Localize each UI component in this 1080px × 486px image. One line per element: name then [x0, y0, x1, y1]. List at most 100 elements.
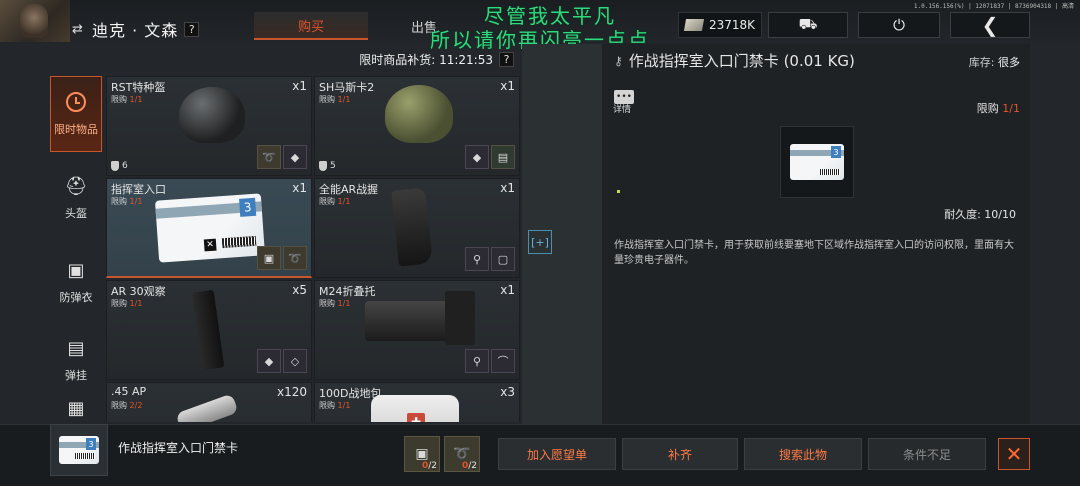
category-rail: 限时物品 ⛑ 头盔 ▣ 防弹衣 ▤ 弹挂 ▦: [50, 76, 104, 422]
item-qty: x1: [500, 79, 515, 93]
item-limit: 限购 1/1: [111, 299, 143, 308]
restock-button[interactable]: 补齐: [622, 438, 738, 470]
material-icon: ▣: [257, 246, 281, 270]
item-card-45ap[interactable]: .45 AP x120 限购 2/2: [106, 382, 312, 422]
back-button[interactable]: ❮: [950, 12, 1030, 38]
info-label[interactable]: 详情: [613, 102, 631, 115]
restock-label: 限时商品补货: 11:21:53: [359, 52, 493, 67]
item-description: 作战指挥室入口门禁卡，用于获取前线要塞地下区域作战指挥室入口的访问权限，里面有大…: [614, 240, 1014, 266]
ammo-image: [175, 393, 239, 422]
wishlist-button[interactable]: 加入愿望单: [498, 438, 616, 470]
item-name: 指挥室入口: [111, 183, 166, 196]
restock-timer: 限时商品补货: 11:21:53 ?: [104, 48, 522, 70]
item-name: M24折叠托: [319, 285, 376, 298]
durability: 耐久度: 10/10: [944, 208, 1016, 221]
vest-icon: ▣: [67, 259, 85, 281]
keycard-image: 3: [790, 144, 844, 180]
close-button[interactable]: ✕: [998, 438, 1030, 470]
category-rig[interactable]: ▤ 弹挂: [50, 322, 102, 398]
item-name: AR 30观察: [111, 285, 166, 298]
helmet-image: [179, 87, 245, 143]
item-name: .45 AP: [111, 385, 147, 398]
key-icon: ⚷: [614, 53, 623, 68]
category-limited[interactable]: 限时物品: [50, 76, 102, 152]
vehicle-button[interactable]: ⛟: [768, 12, 848, 38]
item-limit: 限购 2/2: [111, 401, 143, 410]
rig-icon: ▤: [67, 337, 85, 359]
player-avatar[interactable]: [0, 0, 70, 42]
player-info: ⇄ 迪克 · 文森 ?: [72, 16, 200, 42]
item-qty: x1: [292, 181, 307, 195]
indicator-dot: [617, 190, 620, 193]
material-icon: ▢: [491, 247, 515, 271]
item-qty: x5: [292, 283, 307, 297]
helmet-icon: ⛑: [64, 175, 88, 197]
expand-icon: [+]: [531, 235, 549, 249]
category-label: 防弹衣: [59, 291, 93, 304]
material-icon: ⌒: [491, 349, 515, 373]
item-card-m24-stock[interactable]: M24折叠托 x1 限购 1/1 ⚲ ⌒: [314, 280, 520, 380]
stock-info: 库存: 很多: [968, 56, 1020, 69]
category-more[interactable]: ▦: [50, 394, 102, 422]
power-button[interactable]: ⏻: [858, 12, 940, 38]
swap-icon[interactable]: ⇄: [72, 22, 86, 37]
item-qty: x1: [500, 283, 515, 297]
material-icon: ◆: [465, 145, 489, 169]
currency-display: 23718K: [678, 12, 762, 38]
item-name: 全能AR战握: [319, 183, 379, 196]
item-card-rst-helmet[interactable]: RST特种盔 x1 限购 1/1 6 ➰ ◆: [106, 76, 312, 176]
shield-icon: [111, 161, 119, 171]
item-limit: 限购 1/1: [319, 401, 351, 410]
detail-title: ⚷ 作战指挥室入口门禁卡 (0.01 KG): [614, 50, 855, 71]
item-qty: x1: [292, 79, 307, 93]
category-label: 头盔: [65, 207, 87, 220]
version-text: 1.0.156.156(%) | 12071837 | 8736904318 |…: [913, 3, 1074, 10]
category-helmet[interactable]: ⛑ 头盔: [50, 160, 102, 236]
armor-level: 5: [319, 161, 336, 171]
keycard-image: 3 ✕: [154, 193, 266, 263]
detail-limit: 限购 1/1: [976, 102, 1020, 115]
helmet-image: [385, 85, 453, 143]
material-icon: ⚲: [465, 349, 489, 373]
item-name: 100D战地包: [319, 387, 382, 400]
cost-material-2[interactable]: ➰ 0/2: [444, 436, 480, 472]
category-label: 限时物品: [54, 123, 98, 136]
item-limit: 限购 1/1: [319, 299, 351, 308]
item-card-medbag[interactable]: ✚ 100D战地包 x3 限购 1/1: [314, 382, 520, 422]
currency-amount: 23718K: [709, 18, 756, 32]
cost-material-1[interactable]: ▣ 0/2: [404, 436, 440, 472]
expand-button[interactable]: [+]: [528, 230, 552, 254]
item-card-ar-mag[interactable]: AR 30观察 x5 限购 1/1 ◆ ◇: [106, 280, 312, 380]
material-icon: ◆: [257, 349, 281, 373]
item-qty: x120: [276, 385, 307, 399]
vehicle-icon: ⛟: [798, 15, 818, 33]
armor-level: 6: [111, 161, 128, 171]
player-name: 迪克 · 文森: [92, 21, 179, 40]
item-card-ar-grip[interactable]: 全能AR战握 x1 限购 1/1 ⚲ ▢: [314, 178, 520, 278]
tab-buy[interactable]: 购买: [254, 12, 368, 40]
material-icon: ▤: [491, 145, 515, 169]
detail-item-image: 3: [780, 126, 854, 198]
shield-icon: [319, 161, 327, 171]
backpack-icon: ▦: [67, 397, 85, 419]
help-icon[interactable]: ?: [499, 51, 514, 67]
medbag-image: ✚: [371, 395, 459, 422]
search-item-button[interactable]: 搜索此物: [744, 438, 862, 470]
cash-icon: [683, 19, 705, 31]
keycard-image: 3: [59, 436, 99, 464]
category-vest[interactable]: ▣ 防弹衣: [50, 244, 102, 320]
material-icon: ◇: [283, 349, 307, 373]
material-icon: ➰: [257, 145, 281, 169]
help-icon[interactable]: ?: [184, 21, 200, 37]
item-limit: 限购 1/1: [319, 95, 351, 104]
item-limit: 限购 1/1: [319, 197, 351, 206]
grip-image: [391, 187, 433, 267]
item-card-keycard[interactable]: 3 ✕ 指挥室入口 x1 限购 1/1 ▣ ➰: [106, 178, 312, 278]
detail-title-text: 作战指挥室入口门禁卡 (0.01 KG): [628, 52, 855, 70]
power-icon: ⏻: [893, 16, 905, 34]
purchase-button[interactable]: 条件不足: [868, 438, 986, 470]
selected-item-name: 作战指挥室入口门禁卡: [118, 441, 239, 455]
item-qty: x3: [500, 385, 515, 399]
item-grid: RST特种盔 x1 限购 1/1 6 ➰ ◆ SH马斯卡2 x1 限购 1/1 …: [106, 76, 522, 422]
item-card-sh-helmet[interactable]: SH马斯卡2 x1 限购 1/1 5 ◆ ▤: [314, 76, 520, 176]
